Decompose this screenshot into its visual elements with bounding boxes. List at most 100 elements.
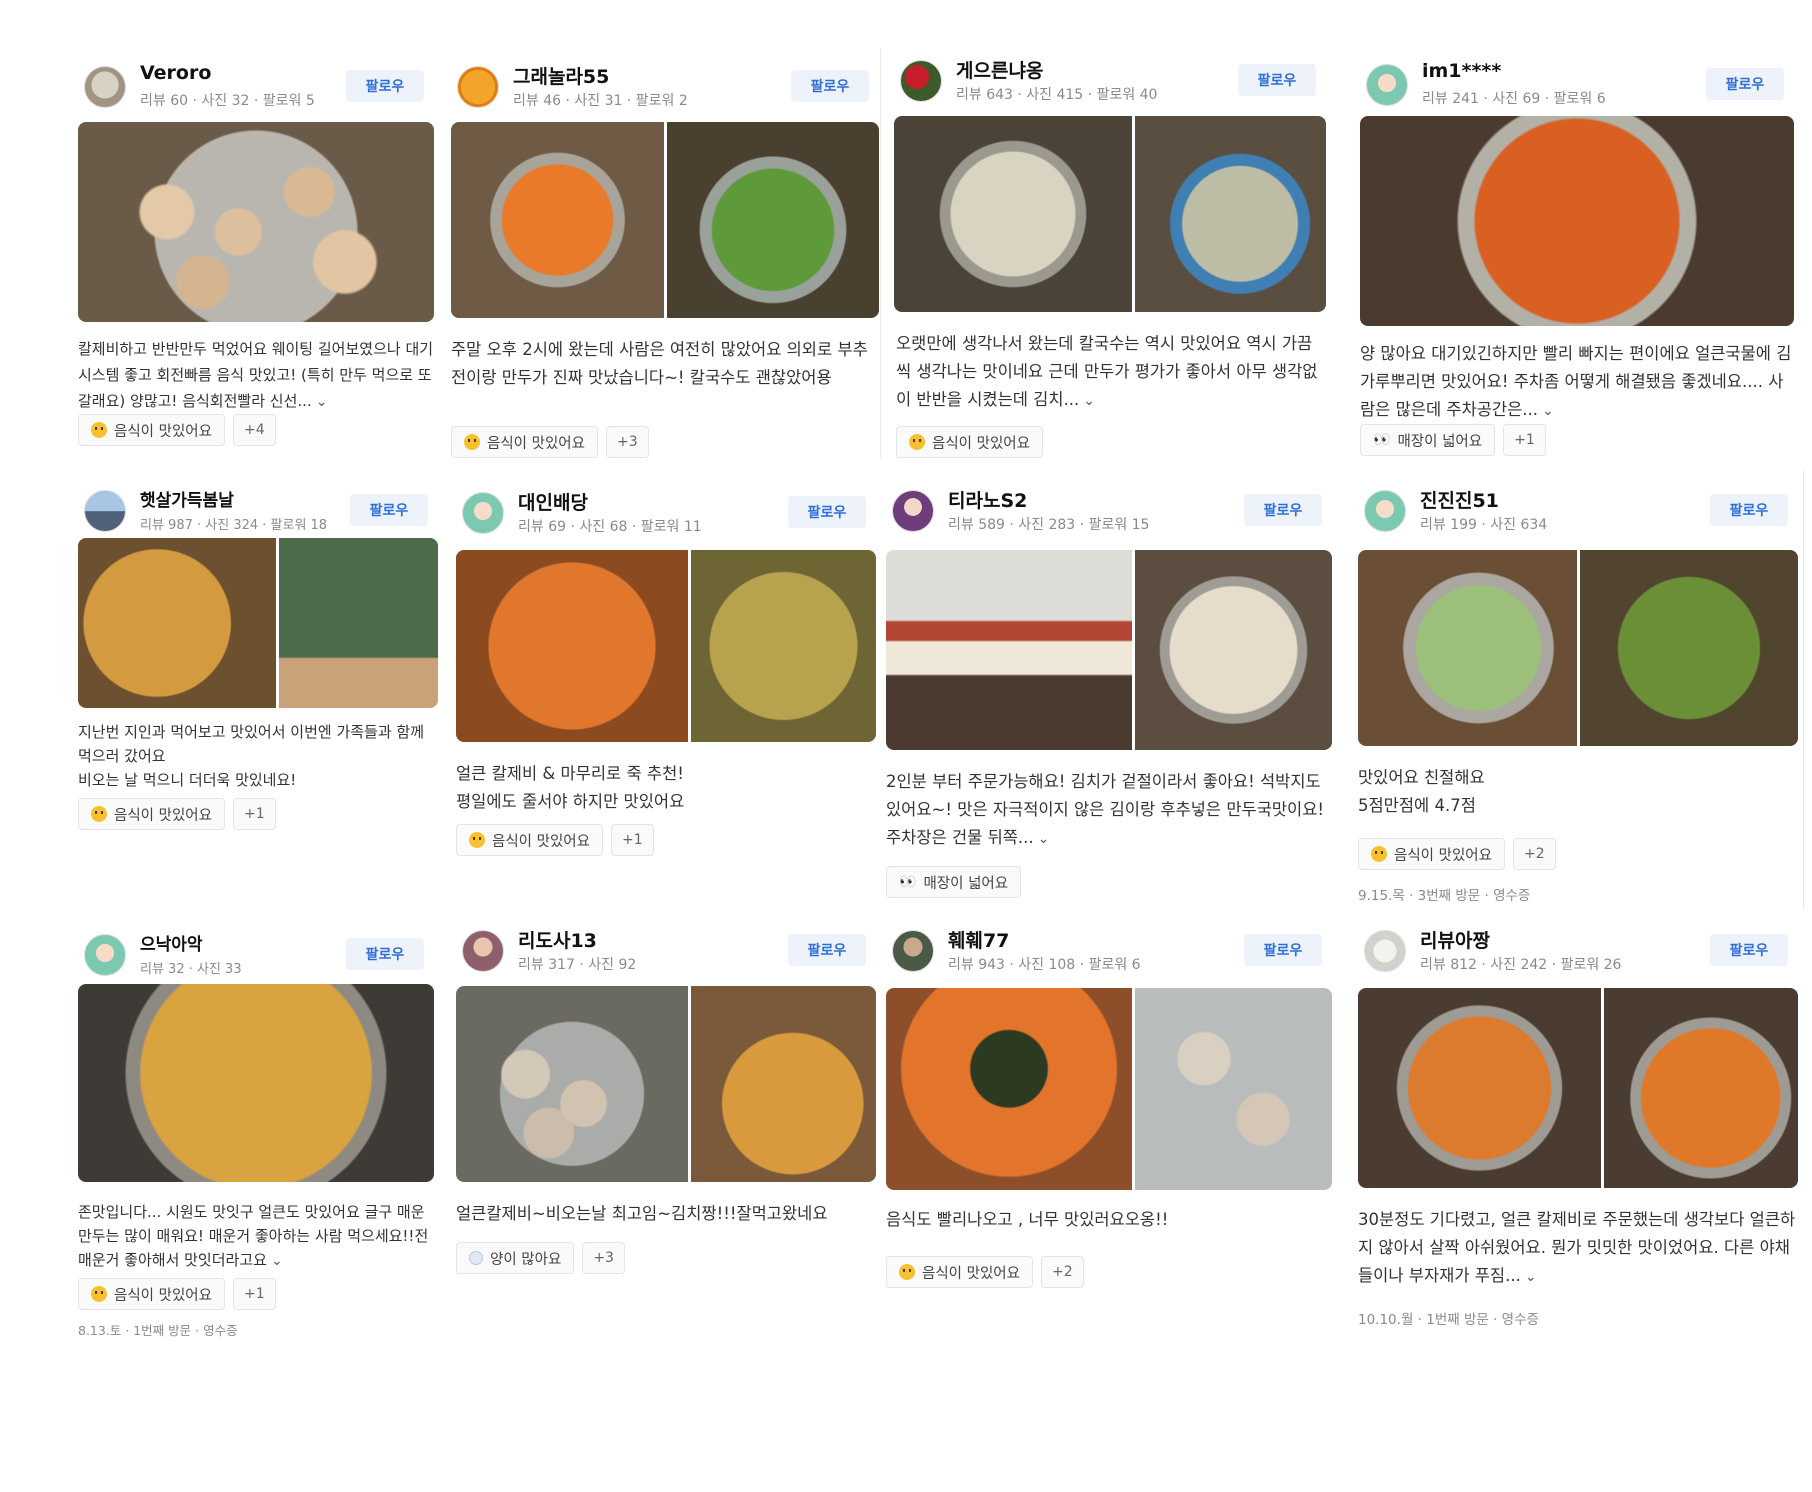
review-photo[interactable]: [279, 538, 438, 708]
tag-more-count[interactable]: +3: [582, 1242, 625, 1274]
keyword-tag: 음식이 맛있어요: [896, 426, 1043, 458]
visit-info: 10.10.월 · 1번째 방문 · 영수증: [1358, 1312, 1539, 1328]
tag-more-count[interactable]: +1: [611, 824, 654, 856]
tag-more-count[interactable]: +2: [1513, 838, 1556, 870]
avatar[interactable]: [462, 492, 504, 534]
review-card: 티라노S2 리뷰 589 · 사진 283 · 팔로워 15 팔로우 2인분 부…: [886, 476, 1332, 898]
avatar[interactable]: [1366, 64, 1408, 106]
chevron-down-icon[interactable]: ⌄: [271, 1253, 283, 1269]
follow-button[interactable]: 팔로우: [1238, 64, 1316, 96]
avatar[interactable]: [892, 930, 934, 972]
review-text: 30분정도 기다렸고, 얼큰 칼제비로 주문했는데 생각보다 얼큰하지 않아서 …: [1358, 1210, 1796, 1285]
follow-button[interactable]: 팔로우: [346, 938, 424, 970]
avatar[interactable]: [84, 66, 126, 108]
review-photo[interactable]: [886, 550, 1133, 750]
smile-icon: [91, 1286, 107, 1302]
avatar[interactable]: [457, 66, 499, 108]
follow-button[interactable]: 팔로우: [791, 70, 869, 102]
bowl-icon: [469, 1251, 483, 1265]
follow-button[interactable]: 팔로우: [1710, 494, 1788, 526]
review-card: Veroro 리뷰 60 · 사진 32 · 팔로워 5 팔로우 칼제비하고 반…: [78, 52, 434, 452]
avatar[interactable]: [462, 930, 504, 972]
tag-more-count[interactable]: +1: [233, 1278, 276, 1310]
review-photo[interactable]: [666, 122, 879, 318]
avatar[interactable]: [1364, 490, 1406, 532]
review-photo[interactable]: [690, 550, 876, 742]
user-stats: 리뷰 69 · 사진 68 · 팔로워 11: [518, 519, 702, 535]
chevron-down-icon[interactable]: ⌄: [316, 394, 328, 410]
review-card: 훼훼77 리뷰 943 · 사진 108 · 팔로워 6 팔로우 음식도 빨리나…: [886, 916, 1332, 1296]
username[interactable]: 게으른냐옹: [956, 56, 1043, 83]
keyword-tag: 음식이 맛있어요: [456, 824, 603, 856]
keyword-tag: 양이 많아요: [456, 1242, 575, 1274]
review-photo[interactable]: [690, 986, 876, 1182]
review-photo[interactable]: [1135, 550, 1332, 750]
review-photo[interactable]: [78, 122, 434, 322]
username[interactable]: 리뷰아짱: [1420, 926, 1490, 953]
review-photo[interactable]: [1358, 550, 1577, 746]
avatar[interactable]: [1364, 930, 1406, 972]
keyword-tag: 음식이 맛있어요: [78, 798, 225, 830]
follow-button[interactable]: 팔로우: [346, 70, 424, 102]
username[interactable]: 훼훼77: [948, 926, 1009, 953]
tag-more-count[interactable]: +1: [233, 798, 276, 830]
tag-more-count[interactable]: +2: [1041, 1256, 1084, 1288]
review-photo[interactable]: [1135, 116, 1326, 312]
avatar[interactable]: [900, 60, 942, 102]
tag-more-count[interactable]: +3: [606, 426, 649, 458]
username[interactable]: 으낙아악: [140, 930, 203, 955]
user-stats: 리뷰 32 · 사진 33: [140, 962, 242, 977]
username[interactable]: Veroro: [140, 62, 211, 84]
review-photo[interactable]: [456, 550, 688, 742]
review-photo[interactable]: [456, 986, 688, 1182]
username[interactable]: 진진진51: [1420, 486, 1499, 513]
review-photo[interactable]: [1603, 988, 1798, 1188]
chevron-down-icon[interactable]: ⌄: [1038, 831, 1050, 847]
avatar[interactable]: [84, 490, 126, 532]
follow-button[interactable]: 팔로우: [1706, 68, 1784, 100]
follow-button[interactable]: 팔로우: [350, 494, 428, 526]
chevron-down-icon[interactable]: ⌄: [1525, 1269, 1537, 1285]
username[interactable]: 티라노S2: [948, 486, 1027, 513]
tag-more-count[interactable]: +1: [1503, 424, 1546, 456]
user-stats: 리뷰 643 · 사진 415 · 팔로워 40: [956, 87, 1158, 103]
follow-button[interactable]: 팔로우: [1244, 934, 1322, 966]
keyword-tag: 음식이 맛있어요: [78, 414, 225, 446]
smile-icon: [899, 1264, 915, 1280]
review-photo[interactable]: [894, 116, 1133, 312]
avatar[interactable]: [84, 934, 126, 976]
review-photo[interactable]: [1579, 550, 1798, 746]
review-photo[interactable]: [1360, 116, 1794, 326]
tag-more-count[interactable]: +4: [233, 414, 276, 446]
review-photo[interactable]: [451, 122, 664, 318]
avatar[interactable]: [892, 490, 934, 532]
username[interactable]: 리도사13: [518, 926, 597, 953]
username[interactable]: im1****: [1422, 60, 1501, 82]
review-photo[interactable]: [886, 988, 1133, 1190]
user-stats: 리뷰 46 · 사진 31 · 팔로워 2: [513, 93, 688, 109]
eyes-icon: 👀: [899, 874, 917, 890]
keyword-tag: 음식이 맛있어요: [78, 1278, 225, 1310]
review-photo[interactable]: [1358, 988, 1601, 1188]
username[interactable]: 대인배당: [518, 488, 588, 515]
keyword-tag: 👀 매장이 넓어요: [886, 866, 1022, 898]
review-card: 그래놀라55 리뷰 46 · 사진 31 · 팔로워 2 팔로우 주말 오후 2…: [451, 52, 879, 462]
follow-button[interactable]: 팔로우: [788, 934, 866, 966]
chevron-down-icon[interactable]: ⌄: [1083, 393, 1095, 409]
follow-button[interactable]: 팔로우: [788, 496, 866, 528]
smile-icon: [464, 434, 480, 450]
review-photo[interactable]: [78, 984, 434, 1182]
review-text: 얼큰칼제비~비오는날 최고임~김치짱!!!잘먹고왔네요: [456, 1204, 828, 1223]
chevron-down-icon[interactable]: ⌄: [1542, 403, 1554, 419]
review-text: 얼큰 칼제비 & 마무리로 죽 추천! 평일에도 줄서야 하지만 맛있어요: [456, 764, 685, 811]
review-photo[interactable]: [1135, 988, 1332, 1190]
smile-icon: [91, 422, 107, 438]
follow-button[interactable]: 팔로우: [1244, 494, 1322, 526]
review-text: 오랫만에 생각나서 왔는데 칼국수는 역시 맛있어요 역시 가끔씩 생각나는 맛…: [896, 334, 1318, 409]
review-photo[interactable]: [78, 538, 277, 708]
review-text: 지난번 지인과 먹어보고 맛있어서 이번엔 가족들과 함께 먹으러 갔어요 비오…: [78, 723, 425, 789]
username[interactable]: 그래놀라55: [513, 62, 609, 89]
follow-button[interactable]: 팔로우: [1710, 934, 1788, 966]
username[interactable]: 햇살가득봄날: [140, 486, 234, 511]
review-text: 존맛입니다... 시원도 맛잇구 얼큰도 맛있어요 글구 매운만두는 많이 매워…: [78, 1203, 429, 1269]
